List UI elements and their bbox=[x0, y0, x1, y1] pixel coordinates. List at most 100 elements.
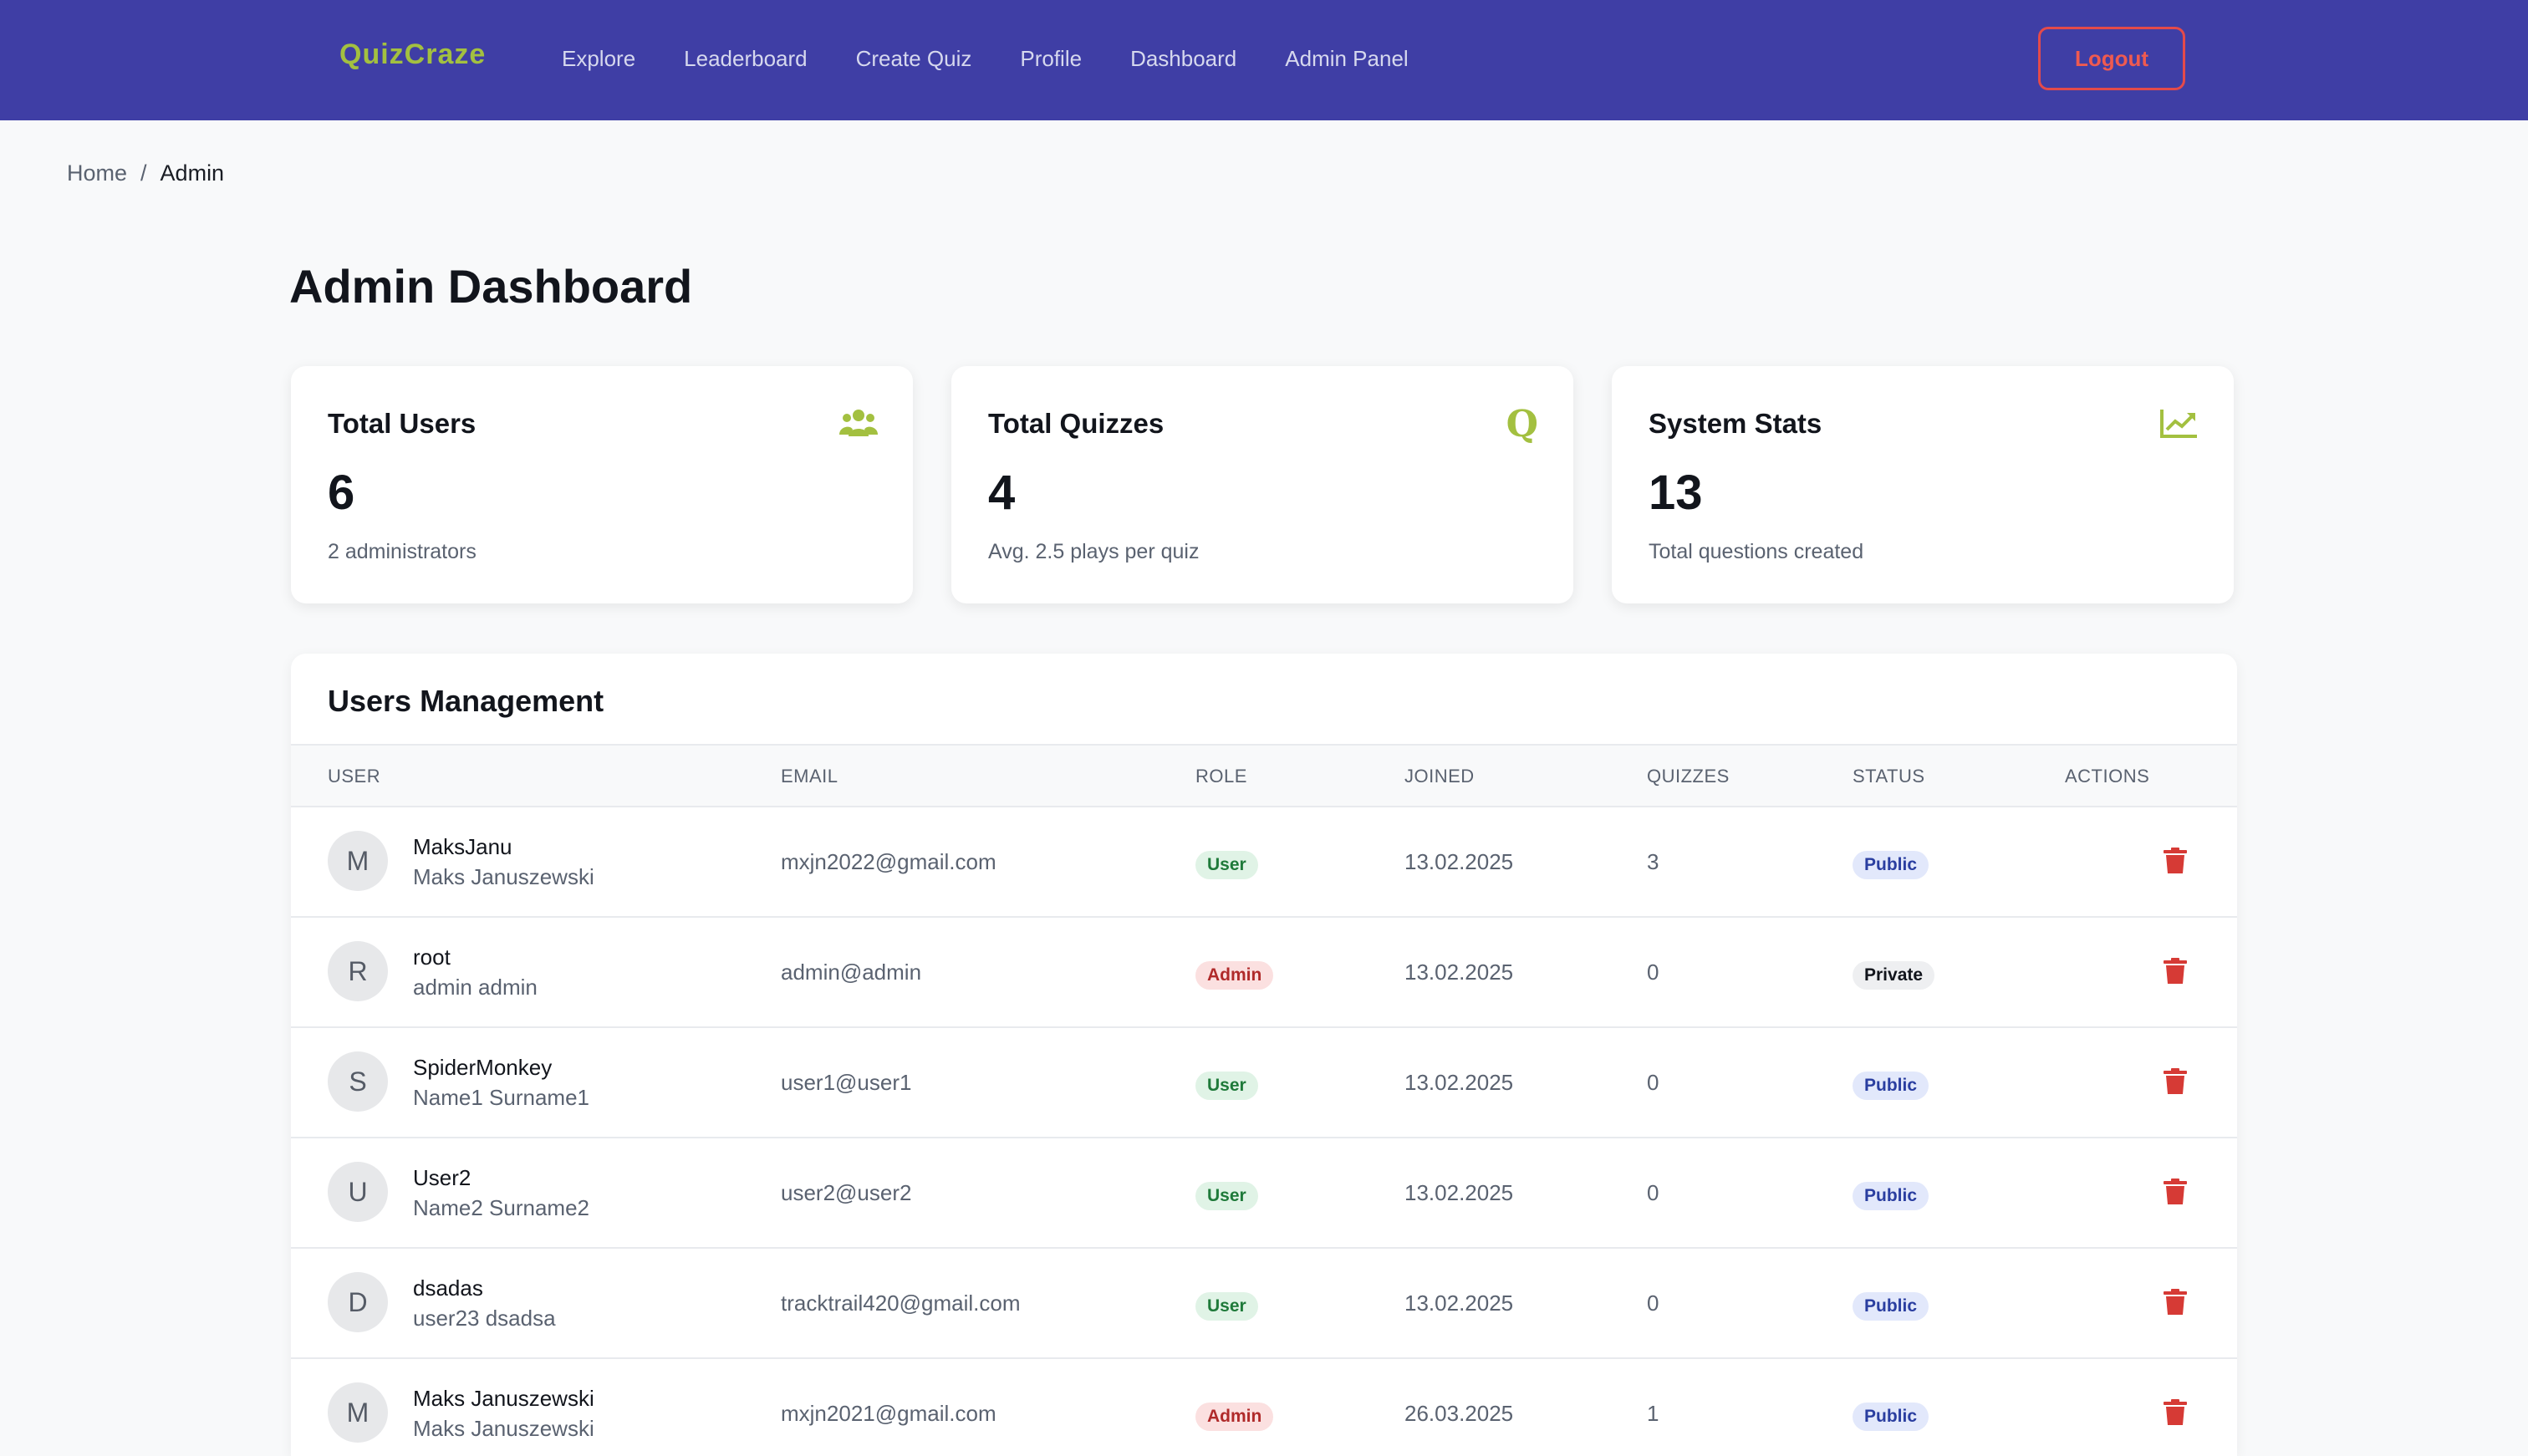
quizzes-count: 0 bbox=[1647, 960, 1659, 985]
trash-icon[interactable] bbox=[2164, 1289, 2187, 1316]
column-header-user: USER bbox=[328, 766, 381, 787]
email: user1@user1 bbox=[781, 1070, 912, 1095]
avatar: D bbox=[328, 1272, 388, 1332]
stat-card-title: System Stats bbox=[1649, 408, 1822, 439]
username: SpiderMonkey bbox=[413, 1055, 553, 1080]
nav-link-explore[interactable]: Explore bbox=[562, 46, 635, 72]
trash-icon[interactable] bbox=[2164, 1179, 2187, 1205]
email: admin@admin bbox=[781, 960, 922, 985]
status-badge: Public bbox=[1853, 1292, 1929, 1321]
column-header-joined: JOINED bbox=[1404, 766, 1475, 787]
joined-date: 13.02.2025 bbox=[1404, 1291, 1514, 1316]
trash-icon[interactable] bbox=[2164, 1068, 2187, 1095]
column-header-role: ROLE bbox=[1195, 766, 1247, 787]
logout-button[interactable]: Logout bbox=[2038, 27, 2185, 90]
stat-card-title: Total Users bbox=[328, 408, 477, 439]
stat-card-value: 4 bbox=[988, 466, 1016, 520]
nav-link-profile[interactable]: Profile bbox=[1020, 46, 1082, 72]
quizzes-count: 0 bbox=[1647, 1291, 1659, 1316]
quiz-q-icon: Q bbox=[1506, 403, 1538, 445]
username: dsadas bbox=[413, 1275, 483, 1301]
full-name: Maks Januszewski bbox=[413, 864, 594, 889]
table-row: D dsadas user23 dsadsa tracktrail420@gma… bbox=[291, 1247, 2237, 1359]
username: root bbox=[413, 944, 451, 970]
role-badge: Admin bbox=[1195, 961, 1274, 990]
avatar: U bbox=[328, 1162, 388, 1222]
table-row: M Maks Januszewski Maks Januszewski mxjn… bbox=[291, 1357, 2237, 1456]
avatar: R bbox=[328, 941, 388, 1001]
brand-logo[interactable]: QuizCraze bbox=[339, 38, 486, 71]
users-icon bbox=[839, 408, 878, 441]
breadcrumb-home[interactable]: Home bbox=[67, 160, 127, 186]
table-row: R root admin admin admin@admin Admin 13.… bbox=[291, 916, 2237, 1028]
column-header-actions: ACTIONS bbox=[2065, 766, 2150, 787]
stat-card-total-quizzes: Total Quizzes Q 4 Avg. 2.5 plays per qui… bbox=[951, 366, 1573, 603]
nav-link-dashboard[interactable]: Dashboard bbox=[1130, 46, 1236, 72]
trash-icon[interactable] bbox=[2164, 958, 2187, 985]
avatar: S bbox=[328, 1051, 388, 1112]
joined-date: 13.02.2025 bbox=[1404, 960, 1514, 985]
role-badge: User bbox=[1195, 851, 1258, 879]
table-row: M MaksJanu Maks Januszewski mxjn2022@gma… bbox=[291, 806, 2237, 918]
joined-date: 13.02.2025 bbox=[1404, 1180, 1514, 1205]
breadcrumb-current: Admin bbox=[160, 160, 225, 186]
username: User2 bbox=[413, 1165, 471, 1190]
column-header-status: STATUS bbox=[1853, 766, 1925, 787]
stat-card-value: 13 bbox=[1649, 466, 1703, 520]
users-management-panel: Users Management USER EMAIL ROLE JOINED … bbox=[291, 654, 2237, 1456]
quizzes-count: 0 bbox=[1647, 1070, 1659, 1095]
full-name: Name2 Surname2 bbox=[413, 1195, 589, 1220]
status-badge: Public bbox=[1853, 1182, 1929, 1210]
joined-date: 13.02.2025 bbox=[1404, 1070, 1514, 1095]
joined-date: 26.03.2025 bbox=[1404, 1401, 1514, 1426]
page-title: Admin Dashboard bbox=[289, 260, 693, 313]
stat-card-subtitle: Avg. 2.5 plays per quiz bbox=[988, 540, 1200, 563]
table-row: U User2 Name2 Surname2 user2@user2 User … bbox=[291, 1137, 2237, 1249]
breadcrumb: Home / Admin bbox=[67, 160, 224, 186]
role-badge: Admin bbox=[1195, 1403, 1274, 1431]
status-badge: Public bbox=[1853, 851, 1929, 879]
nav-link-admin-panel[interactable]: Admin Panel bbox=[1285, 46, 1408, 72]
status-badge: Private bbox=[1853, 961, 1935, 990]
role-badge: User bbox=[1195, 1182, 1258, 1210]
quizzes-count: 3 bbox=[1647, 849, 1659, 874]
trash-icon[interactable] bbox=[2164, 848, 2187, 874]
nav-links: Explore Leaderboard Create Quiz Profile … bbox=[562, 46, 1457, 72]
avatar: M bbox=[328, 1382, 388, 1443]
table-row: S SpiderMonkey Name1 Surname1 user1@user… bbox=[291, 1026, 2237, 1138]
stat-card-subtitle: 2 administrators bbox=[328, 540, 477, 563]
email: tracktrail420@gmail.com bbox=[781, 1291, 1021, 1316]
role-badge: User bbox=[1195, 1292, 1258, 1321]
column-header-quizzes: QUIZZES bbox=[1647, 766, 1730, 787]
stat-card-value: 6 bbox=[328, 466, 355, 520]
users-table-header: USER EMAIL ROLE JOINED QUIZZES STATUS AC… bbox=[291, 744, 2237, 807]
nav-link-leaderboard[interactable]: Leaderboard bbox=[684, 46, 807, 72]
breadcrumb-separator: / bbox=[140, 160, 147, 186]
column-header-email: EMAIL bbox=[781, 766, 838, 787]
status-badge: Public bbox=[1853, 1403, 1929, 1431]
stat-card-subtitle: Total questions created bbox=[1649, 540, 1864, 563]
joined-date: 13.02.2025 bbox=[1404, 849, 1514, 874]
username: MaksJanu bbox=[413, 834, 512, 859]
status-badge: Public bbox=[1853, 1072, 1929, 1100]
email: user2@user2 bbox=[781, 1180, 912, 1205]
chart-line-icon bbox=[2160, 408, 2199, 441]
email: mxjn2021@gmail.com bbox=[781, 1401, 996, 1426]
quizzes-count: 1 bbox=[1647, 1401, 1659, 1426]
email: mxjn2022@gmail.com bbox=[781, 849, 996, 874]
nav-link-create-quiz[interactable]: Create Quiz bbox=[856, 46, 972, 72]
role-badge: User bbox=[1195, 1072, 1258, 1100]
full-name: user23 dsadsa bbox=[413, 1306, 556, 1331]
username: Maks Januszewski bbox=[413, 1386, 594, 1411]
full-name: admin admin bbox=[413, 975, 538, 1000]
stat-card-total-users: Total Users 6 2 administrators bbox=[291, 366, 913, 603]
users-management-title: Users Management bbox=[328, 684, 604, 718]
full-name: Name1 Surname1 bbox=[413, 1085, 589, 1110]
avatar: M bbox=[328, 831, 388, 891]
stat-card-title: Total Quizzes bbox=[988, 408, 1165, 439]
trash-icon[interactable] bbox=[2164, 1399, 2187, 1426]
quizzes-count: 0 bbox=[1647, 1180, 1659, 1205]
full-name: Maks Januszewski bbox=[413, 1416, 594, 1441]
top-navbar: QuizCraze Explore Leaderboard Create Qui… bbox=[0, 0, 2528, 120]
stat-card-system-stats: System Stats 13 Total questions created bbox=[1612, 366, 2234, 603]
